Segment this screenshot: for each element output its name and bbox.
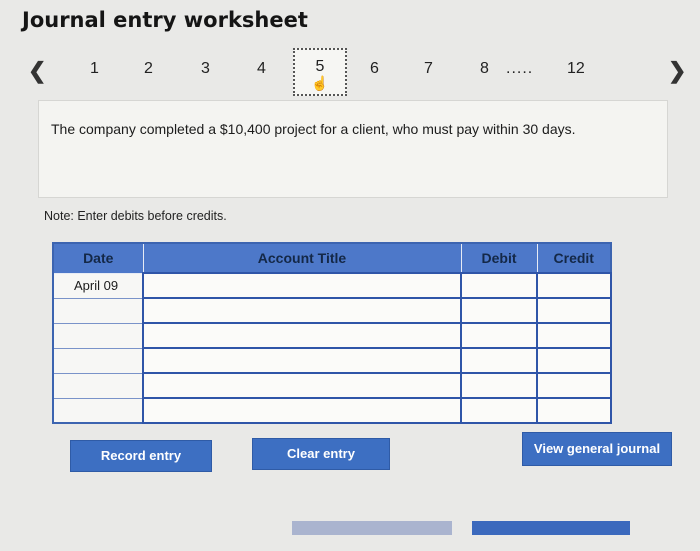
date-cell: April 09 (52, 272, 144, 299)
page-link-5-active[interactable]: 5 ☝ (293, 48, 347, 96)
question-box: The company completed a $10,400 project … (38, 100, 668, 198)
chevron-left-icon[interactable]: ❮ (28, 58, 46, 84)
credit-input[interactable] (536, 272, 612, 299)
account-title-input[interactable] (142, 272, 462, 299)
partial-button-right[interactable] (472, 521, 630, 535)
instruction-note: Note: Enter debits before credits. (44, 209, 227, 223)
credit-input[interactable] (536, 297, 612, 324)
debit-input[interactable] (460, 397, 538, 424)
credit-input[interactable] (536, 322, 612, 349)
debit-input[interactable] (460, 372, 538, 399)
account-title-input[interactable] (142, 297, 462, 324)
page-link-3[interactable]: 3 (201, 60, 210, 78)
debit-input[interactable] (460, 322, 538, 349)
column-header-date: Date (52, 242, 144, 274)
account-title-input[interactable] (142, 347, 462, 374)
table-row (52, 397, 612, 424)
credit-input[interactable] (536, 347, 612, 374)
table-row (52, 297, 612, 324)
debit-input[interactable] (460, 347, 538, 374)
date-cell (52, 322, 144, 349)
account-title-input[interactable] (142, 397, 462, 424)
column-header-account-title: Account Title (142, 242, 462, 274)
page-link-2[interactable]: 2 (144, 60, 153, 78)
credit-input[interactable] (536, 372, 612, 399)
debit-input[interactable] (460, 272, 538, 299)
table-row (52, 322, 612, 349)
date-cell (52, 372, 144, 399)
column-header-debit: Debit (460, 242, 538, 274)
date-cell (52, 397, 144, 424)
table-header-row: Date Account Title Debit Credit (52, 242, 612, 274)
view-general-journal-button[interactable]: View general journal (522, 432, 672, 466)
question-pager: ❮ 1 2 3 4 5 ☝ 6 7 8 ..... 12 ❯ (28, 48, 688, 98)
account-title-input[interactable] (142, 322, 462, 349)
question-text: The company completed a $10,400 project … (51, 121, 576, 137)
table-row (52, 347, 612, 374)
page-title: Journal entry worksheet (22, 8, 308, 32)
hand-pointer-icon: ☝ (311, 75, 329, 91)
page-link-12[interactable]: 12 (567, 60, 585, 78)
date-cell (52, 297, 144, 324)
page-link-5-label: 5 (315, 58, 325, 75)
journal-entry-table: Date Account Title Debit Credit April 09 (52, 242, 612, 424)
page-link-4[interactable]: 4 (257, 60, 266, 78)
column-header-credit: Credit (536, 242, 612, 274)
page-link-6[interactable]: 6 (370, 60, 379, 78)
page-link-1[interactable]: 1 (90, 60, 99, 78)
debit-input[interactable] (460, 297, 538, 324)
account-title-input[interactable] (142, 372, 462, 399)
page-link-7[interactable]: 7 (424, 60, 433, 78)
page-ellipsis: ..... (506, 60, 534, 77)
clear-entry-button[interactable]: Clear entry (252, 438, 390, 470)
page-link-8[interactable]: 8 (480, 60, 489, 78)
chevron-right-icon[interactable]: ❯ (668, 58, 686, 84)
partial-button-left[interactable] (292, 521, 452, 535)
date-cell (52, 347, 144, 374)
table-row: April 09 (52, 272, 612, 299)
record-entry-button[interactable]: Record entry (70, 440, 212, 472)
credit-input[interactable] (536, 397, 612, 424)
table-row (52, 372, 612, 399)
